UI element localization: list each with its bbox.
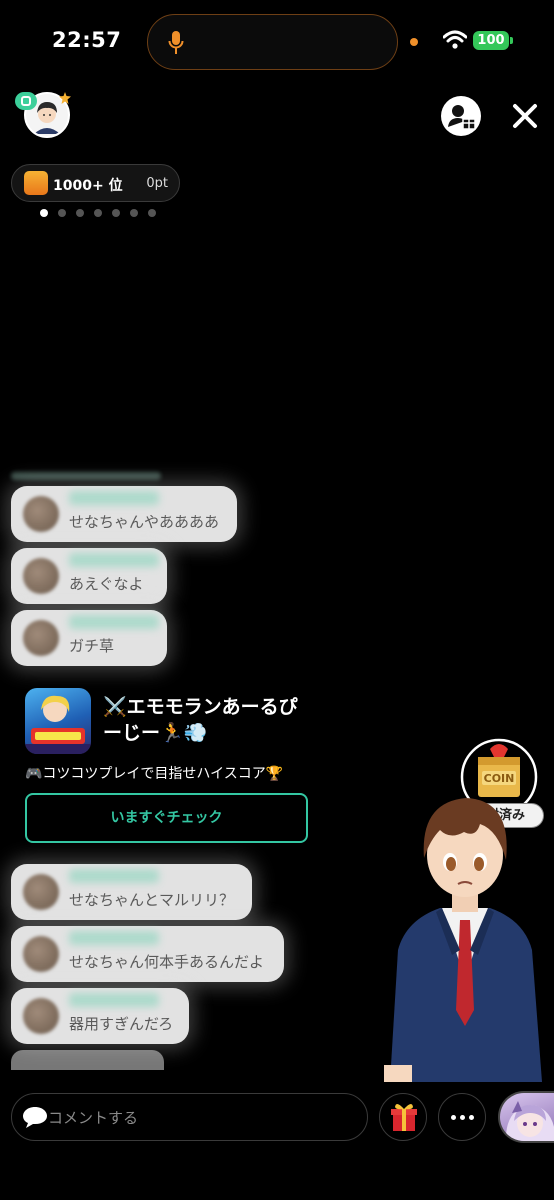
page-dot [58, 209, 66, 217]
commenter-avatar [23, 998, 59, 1034]
comment-input[interactable]: コメントする [11, 1093, 368, 1141]
comment-bubble: あえぐなよ [11, 548, 167, 604]
page-indicator [40, 209, 156, 217]
ranking-icon [24, 171, 48, 195]
close-button[interactable] [512, 103, 538, 129]
ranking-pill[interactable]: 1000+ 位 0pt [11, 164, 180, 202]
commenter-avatar [23, 620, 59, 656]
status-time: 22:57 [52, 28, 122, 52]
wifi-icon [443, 30, 467, 49]
commenter-name-blurred [69, 615, 159, 629]
comment-bubble-partial [11, 1050, 164, 1070]
comment-bubble: せなちゃんやああああ [11, 486, 237, 542]
comment-text: せなちゃんやああああ [69, 513, 220, 531]
comment-bubble: ガチ草 [11, 610, 167, 666]
commenter-avatar [23, 874, 59, 910]
check-now-button[interactable]: いますぐチェック [25, 793, 308, 843]
privacy-indicator-dot [410, 38, 418, 46]
avatar-illustration [505, 1101, 554, 1141]
mic-icon [168, 31, 184, 54]
star-icon [59, 92, 71, 104]
commenter-avatar [23, 558, 59, 594]
more-options-button[interactable] [438, 1093, 486, 1141]
promo-game-icon[interactable] [25, 688, 91, 754]
commenter-name-blurred [69, 993, 159, 1007]
page-dot [94, 209, 102, 217]
live-badge [15, 92, 37, 110]
promo-title: ⚔️エモモランあーるぴーじー🏃💨 [103, 696, 298, 744]
commenter-name-blurred [69, 491, 159, 505]
comment-bubble: 器用すぎんだろ [11, 988, 189, 1044]
dynamic-island [147, 14, 398, 70]
speech-bubble-icon [23, 1107, 47, 1128]
page-dot [130, 209, 138, 217]
page-dot [148, 209, 156, 217]
comment-bubble: せなちゃんとマルリリ？ [11, 864, 252, 920]
commenter-name-blurred [69, 869, 159, 883]
user-gift-icon [448, 105, 476, 130]
comment-text: せなちゃんとマルリリ？ [69, 891, 235, 909]
comment-text: ガチ草 [69, 637, 115, 655]
rank-label: 1000+ 位 [53, 178, 123, 194]
gift-button[interactable] [379, 1093, 427, 1141]
vtuber-character [384, 798, 542, 1082]
promo-description: 🎮コツコツプレイで目指せハイスコア🏆 [25, 766, 284, 782]
comment-fade [11, 472, 161, 480]
commenter-avatar [23, 936, 59, 972]
commenter-name-blurred [69, 931, 159, 945]
gift-icon [391, 1103, 417, 1131]
page-dot [40, 209, 48, 217]
gift-user-button[interactable] [441, 96, 481, 136]
battery-tip [510, 37, 513, 44]
comment-text: あえぐなよ [69, 575, 144, 593]
more-icon [451, 1115, 474, 1120]
comment-placeholder: コメントする [48, 1109, 139, 1127]
points-label: 0pt [146, 176, 168, 191]
commenter-avatar [23, 496, 59, 532]
game-art-icon [25, 695, 91, 754]
page-dot [76, 209, 84, 217]
page-dot [112, 209, 120, 217]
battery-icon: 100 [473, 31, 509, 50]
comment-bubble: せなちゃん何本手あるんだよ [11, 926, 284, 982]
comment-text: 器用すぎんだろ [69, 1015, 174, 1033]
commenter-name-blurred [69, 553, 159, 567]
comment-text: せなちゃん何本手あるんだよ [69, 953, 265, 971]
collab-streamer-avatar[interactable] [498, 1091, 554, 1143]
